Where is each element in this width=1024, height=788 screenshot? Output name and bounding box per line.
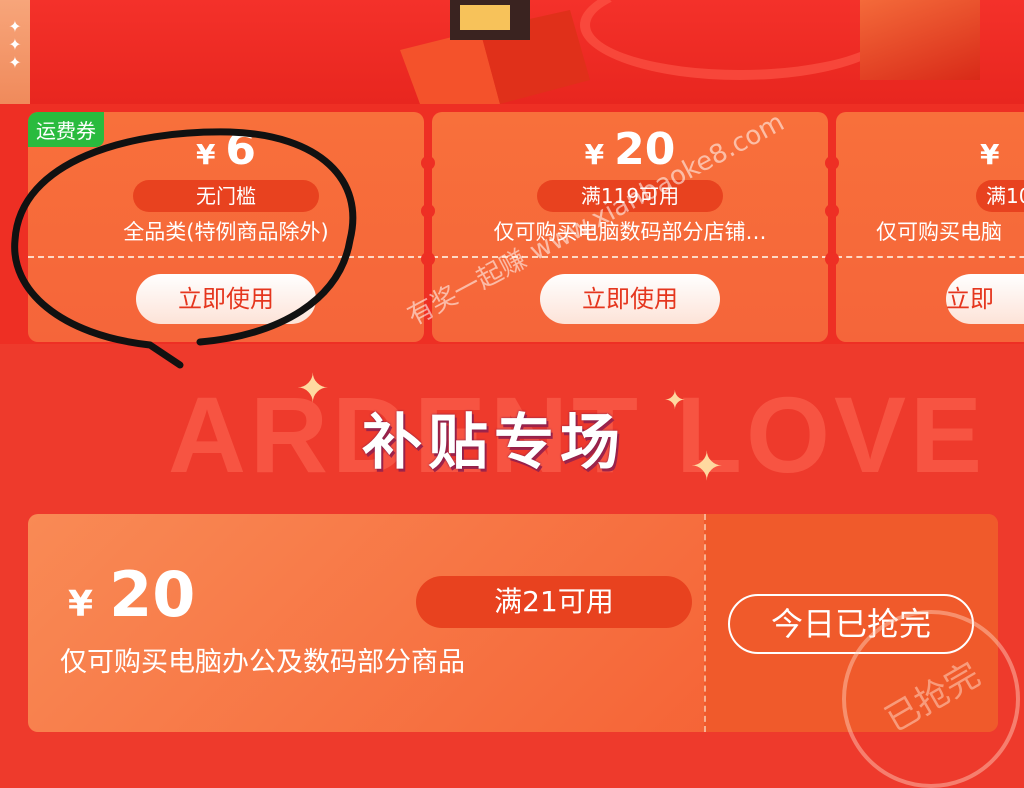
coupon-description: 仅可购买电脑数码部分店铺… [493, 220, 767, 244]
use-now-button[interactable]: 立即 [946, 274, 1024, 324]
hand-drawn-circle [11, 128, 357, 369]
decorative-ring [580, 0, 900, 80]
coupon-notch [825, 252, 839, 266]
coupon-description: 仅可购买电脑办公及数码部分商品 [60, 647, 465, 678]
coupon-amount: ¥ [980, 122, 1009, 183]
coupon-notch [421, 252, 435, 266]
sparkle-icon: ✦ [664, 386, 686, 416]
top-banner: ✦ ✦ ✦ [0, 0, 1024, 104]
coupon-card: ¥ 满10 仅可购买电脑 立即 [836, 112, 1024, 342]
section-title: 补贴专场 [362, 408, 626, 478]
sparkle-icon: ✦ [296, 366, 330, 412]
coupon-amount: ¥20 [68, 558, 195, 631]
coupon-value: 20 [109, 558, 196, 631]
coupon-notch [421, 204, 435, 218]
currency-symbol: ¥ [68, 584, 94, 625]
coupon-notch [825, 204, 839, 218]
coupon-condition: 满21可用 [416, 576, 692, 628]
coupon-card: ¥20 满119可用 仅可购买电脑数码部分店铺… 立即使用 [432, 112, 828, 342]
coupon-notch [825, 156, 839, 170]
coupon-description: 仅可购买电脑 [876, 220, 1002, 244]
currency-symbol: ¥ [980, 138, 1000, 171]
sparkle-icon: ✦ [690, 444, 724, 490]
use-now-button[interactable]: 立即使用 [540, 274, 720, 324]
dashed-divider [836, 256, 1024, 258]
gift-box-right [860, 0, 980, 80]
coupon-notch [421, 156, 435, 170]
coupon-condition: 满10 [976, 180, 1024, 212]
sparkle-icon[interactable]: ✦ ✦ ✦ [0, 0, 30, 104]
currency-symbol: ¥ [584, 138, 605, 171]
gift-box-illustration [400, 0, 590, 104]
